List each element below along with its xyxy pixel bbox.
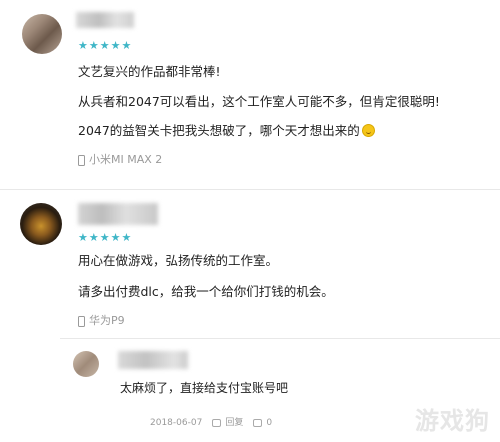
reply-divider <box>60 338 500 339</box>
rating-stars: ★★★★★ <box>78 231 133 244</box>
thumbs-up-icon[interactable] <box>253 419 263 427</box>
avatar[interactable] <box>22 14 62 54</box>
comment-text-line: 2047的益智关卡把我头想破了，哪个天才想出来的 <box>78 123 375 139</box>
username-blurred[interactable] <box>78 203 158 225</box>
reply-button[interactable]: 回复 <box>225 417 243 429</box>
comment-text: 从兵者和2047可以看出，这个工作室人可能不多，但肯定很聪明! <box>78 94 440 109</box>
rating-stars: ★★★★★ <box>78 39 133 52</box>
phone-icon <box>78 154 85 166</box>
device-name: 小米MI MAX 2 <box>89 153 163 166</box>
comment-text: 用心在做游戏，弘扬传统的工作室。 <box>78 253 279 268</box>
reply-meta: 2018-06-07 回复 0 <box>150 417 272 429</box>
reply-username-blurred[interactable] <box>118 351 188 369</box>
device-name: 华为P9 <box>89 314 125 327</box>
comment-icon[interactable] <box>212 419 222 427</box>
comment-text: 2047的益智关卡把我头想破了，哪个天才想出来的 <box>78 123 360 138</box>
grinning-face-icon <box>361 124 375 137</box>
device-label: 小米MI MAX 2 <box>78 153 162 167</box>
comment-text: 请多出付费dlc，给我一个给你们打钱的机会。 <box>78 284 334 299</box>
reply-avatar[interactable] <box>73 351 99 377</box>
watermark-logo: 游戏狗 <box>415 407 490 435</box>
device-label: 华为P9 <box>78 314 125 328</box>
like-count: 0 <box>266 418 273 428</box>
username-blurred[interactable] <box>76 12 134 28</box>
avatar[interactable] <box>20 203 62 245</box>
phone-icon <box>78 315 85 327</box>
reply-date: 2018-06-07 <box>150 418 203 428</box>
divider <box>0 189 500 190</box>
comment-text: 文艺复兴的作品都非常棒! <box>78 64 221 79</box>
reply-text: 太麻烦了，直接给支付宝账号吧 <box>120 381 289 395</box>
